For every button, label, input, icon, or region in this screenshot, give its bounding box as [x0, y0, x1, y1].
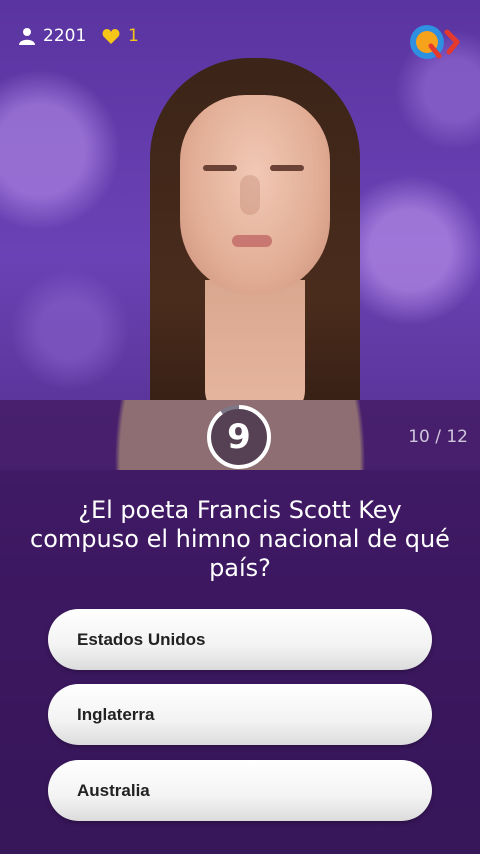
- countdown-seconds: 9: [227, 417, 251, 457]
- viewer-count: 2201: [43, 26, 87, 46]
- answer-option-label: Inglaterra: [77, 704, 155, 724]
- q-logo-icon: [410, 25, 460, 59]
- answer-option-1[interactable]: Estados Unidos: [48, 609, 432, 670]
- top-bar: 2201 1: [0, 0, 480, 76]
- person-icon: [19, 28, 35, 45]
- answer-option-label: Australia: [77, 780, 150, 800]
- presenter-nose: [240, 175, 260, 215]
- presenter-neck: [205, 280, 305, 420]
- lives-count: 1: [128, 26, 139, 46]
- presenter-eye-right: [270, 165, 304, 171]
- viewer-counter: 2201: [18, 26, 86, 46]
- presenter-eye-left: [203, 165, 237, 171]
- heart-icon: [102, 28, 120, 44]
- answer-option-label: Estados Unidos: [77, 629, 206, 649]
- question-progress: 10 / 12: [408, 427, 468, 447]
- presenter-mouth: [232, 235, 272, 247]
- lives-counter: 1: [102, 26, 139, 46]
- answer-option-2[interactable]: Inglaterra: [48, 684, 432, 745]
- answer-option-3[interactable]: Australia: [48, 760, 432, 821]
- question-text: ¿El poeta Francis Scott Key compuso el h…: [30, 496, 450, 582]
